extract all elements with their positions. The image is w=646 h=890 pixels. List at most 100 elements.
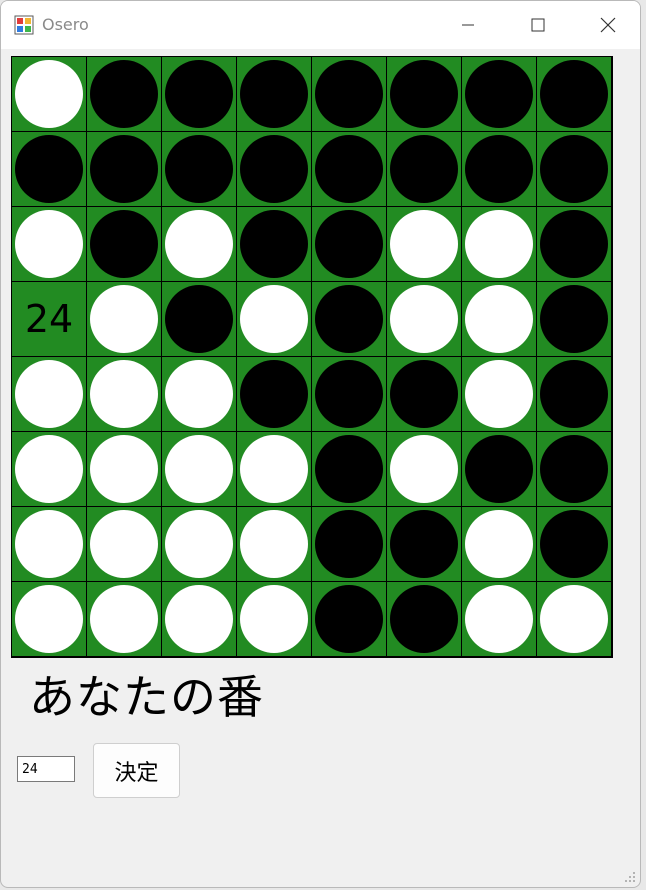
board-cell[interactable] (462, 57, 537, 132)
black-stone (90, 210, 158, 278)
board-cell[interactable] (312, 57, 387, 132)
decide-button[interactable]: 決定 (93, 743, 180, 798)
board-cell[interactable] (237, 282, 312, 357)
board-cell[interactable] (87, 282, 162, 357)
maximize-button[interactable] (503, 1, 573, 49)
black-stone (390, 510, 458, 578)
board-cell[interactable] (87, 132, 162, 207)
black-stone (15, 135, 83, 203)
black-stone (315, 360, 383, 428)
board-cell[interactable] (312, 582, 387, 657)
board-cell[interactable] (87, 582, 162, 657)
board-cell[interactable] (312, 507, 387, 582)
board-cell[interactable] (537, 132, 612, 207)
board-cell[interactable] (462, 357, 537, 432)
board-cell[interactable] (162, 207, 237, 282)
close-button[interactable] (573, 1, 640, 49)
board-cell[interactable] (87, 357, 162, 432)
white-stone (15, 510, 83, 578)
white-stone (90, 510, 158, 578)
board-cell[interactable] (12, 582, 87, 657)
board-cell[interactable] (237, 132, 312, 207)
board-cell[interactable] (162, 507, 237, 582)
board-cell[interactable] (312, 207, 387, 282)
board-cell[interactable] (237, 357, 312, 432)
white-stone (15, 585, 83, 653)
board-cell[interactable] (537, 432, 612, 507)
black-stone (540, 135, 608, 203)
white-stone (240, 585, 308, 653)
board-cell[interactable] (387, 207, 462, 282)
board-cell[interactable] (537, 582, 612, 657)
board-cell[interactable] (87, 207, 162, 282)
board-cell[interactable] (162, 582, 237, 657)
board-cell[interactable] (537, 282, 612, 357)
title-bar[interactable]: Osero (1, 1, 640, 49)
board-cell[interactable] (387, 582, 462, 657)
board-cell[interactable] (12, 207, 87, 282)
turn-indicator: あなたの番 (29, 670, 264, 724)
white-stone (240, 510, 308, 578)
board-cell[interactable] (87, 432, 162, 507)
board-cell[interactable] (237, 57, 312, 132)
white-stone (540, 585, 608, 653)
board-cell[interactable] (462, 132, 537, 207)
white-stone (390, 210, 458, 278)
board-cell[interactable] (162, 432, 237, 507)
board-cell[interactable] (462, 282, 537, 357)
board-cell[interactable] (462, 507, 537, 582)
board-cell[interactable] (537, 357, 612, 432)
minimize-button[interactable] (433, 1, 503, 49)
board-cell[interactable] (12, 432, 87, 507)
board-cell[interactable] (312, 432, 387, 507)
board-cell[interactable] (312, 357, 387, 432)
board-cell[interactable]: 24 (12, 282, 87, 357)
board-cell[interactable] (162, 282, 237, 357)
board-cell[interactable] (462, 582, 537, 657)
board-cell[interactable] (87, 507, 162, 582)
board-cell[interactable] (12, 57, 87, 132)
black-stone (315, 60, 383, 128)
board-cell[interactable] (12, 507, 87, 582)
board-cell[interactable] (387, 432, 462, 507)
white-stone (240, 435, 308, 503)
board-cell[interactable] (237, 507, 312, 582)
white-stone (90, 585, 158, 653)
board-cell[interactable] (12, 357, 87, 432)
board-cell[interactable] (462, 207, 537, 282)
resize-grip-icon[interactable] (624, 871, 636, 883)
board-cell[interactable] (162, 132, 237, 207)
board-cell[interactable] (12, 132, 87, 207)
black-stone (315, 135, 383, 203)
move-input[interactable] (17, 756, 75, 782)
white-stone (390, 435, 458, 503)
othello-board[interactable]: 24 (12, 57, 612, 657)
board-cell[interactable] (162, 357, 237, 432)
board-cell[interactable] (387, 282, 462, 357)
white-stone (15, 360, 83, 428)
board-cell[interactable] (537, 207, 612, 282)
board-cell[interactable] (312, 132, 387, 207)
board-cell[interactable] (537, 57, 612, 132)
white-stone (465, 510, 533, 578)
board-cell[interactable] (387, 507, 462, 582)
board-cell[interactable] (162, 57, 237, 132)
white-stone (165, 435, 233, 503)
board-cell[interactable] (237, 432, 312, 507)
white-stone (90, 285, 158, 353)
board-cell[interactable] (387, 132, 462, 207)
white-stone (90, 360, 158, 428)
black-stone (540, 435, 608, 503)
black-stone (540, 285, 608, 353)
board-cell[interactable] (237, 207, 312, 282)
white-stone (165, 510, 233, 578)
board-cell[interactable] (537, 507, 612, 582)
board-cell[interactable] (312, 282, 387, 357)
board-cell[interactable] (237, 582, 312, 657)
black-stone (465, 435, 533, 503)
board-cell[interactable] (387, 357, 462, 432)
black-stone (540, 210, 608, 278)
board-cell[interactable] (462, 432, 537, 507)
board-cell[interactable] (387, 57, 462, 132)
board-cell[interactable] (87, 57, 162, 132)
